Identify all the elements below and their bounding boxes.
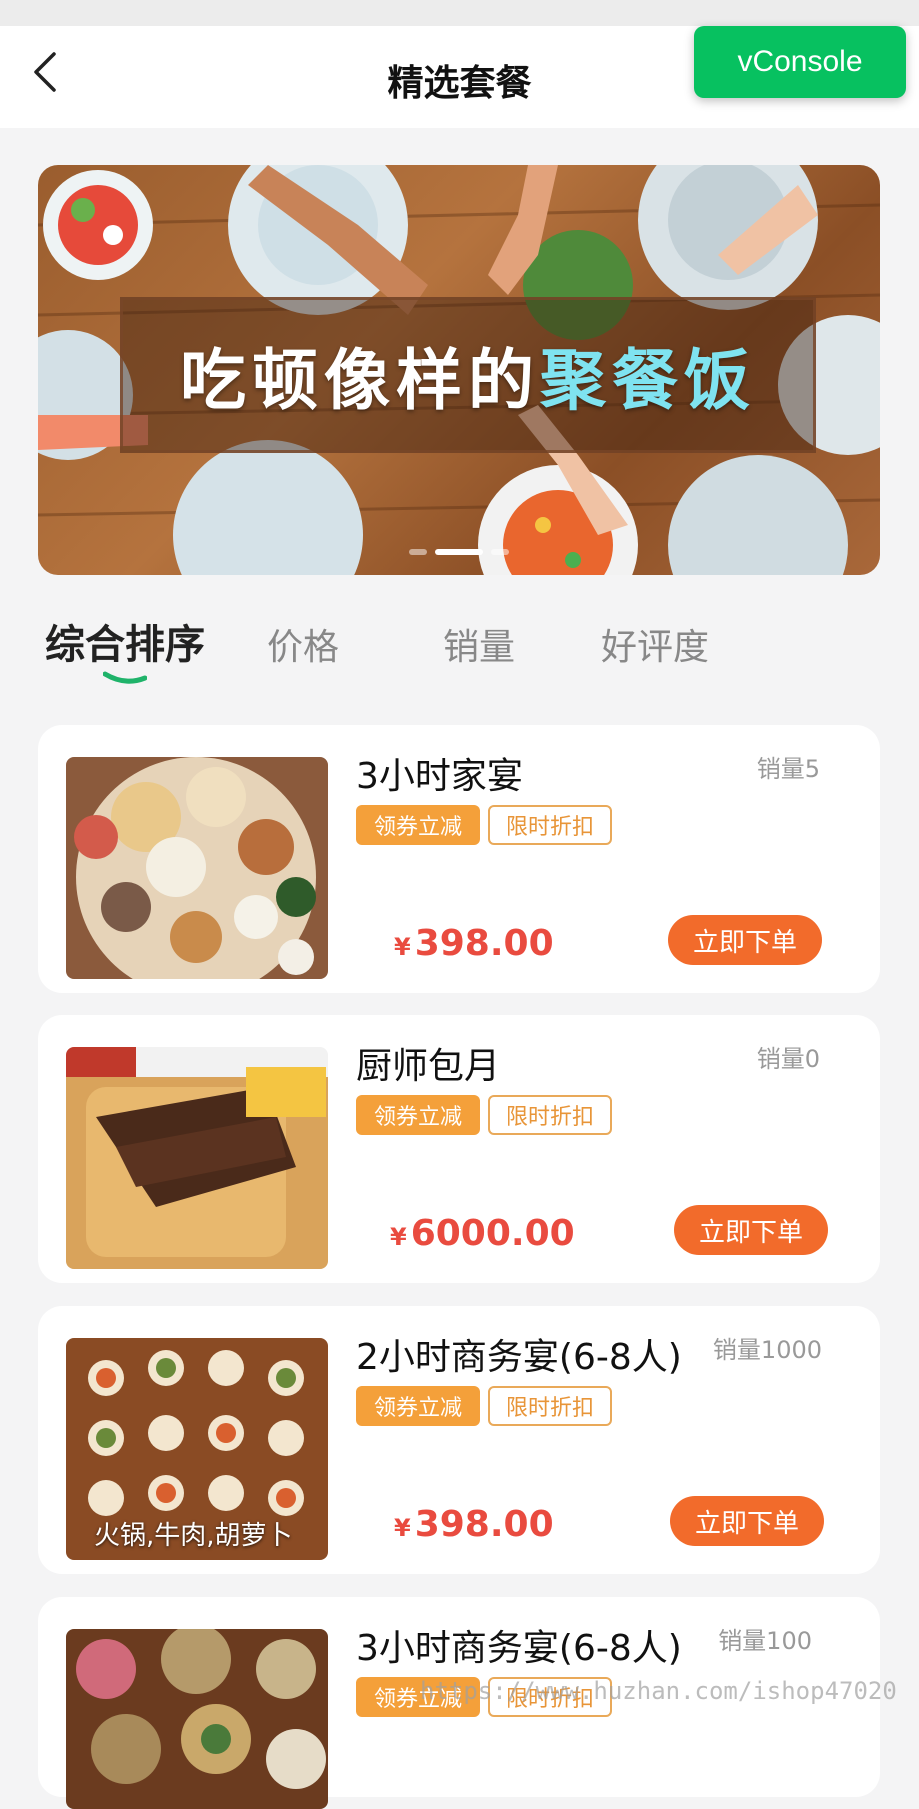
product-image: 火锅,牛肉,胡萝卜	[66, 1338, 328, 1560]
product-image	[66, 1047, 328, 1269]
banner-headline-box: 吃顿像样的聚餐饭	[120, 297, 816, 453]
sales-count: 销量1000	[712, 1336, 822, 1364]
sales-count: 销量5	[756, 755, 820, 783]
watermark: https://www.huzhan.com/ishop47020	[420, 1677, 897, 1705]
price: ¥398.00	[394, 923, 554, 964]
vconsole-button[interactable]: vConsole	[694, 26, 906, 98]
coupon-tag: 领券立减	[356, 1095, 480, 1135]
discount-tag: 限时折扣	[488, 1095, 612, 1135]
tab-rating[interactable]: 好评度	[601, 618, 709, 670]
sort-tabs: 综合排序 价格 销量 好评度	[45, 612, 885, 692]
discount-tag: 限时折扣	[488, 805, 612, 845]
banner-headline: 吃顿像样的聚餐饭	[180, 342, 756, 419]
product-card[interactable]: 3小时家宴 销量5 领券立减 限时折扣 ¥398.00 立即下单	[38, 725, 880, 993]
image-caption: 火锅,牛肉,胡萝卜	[94, 1521, 293, 1551]
tab-comprehensive[interactable]: 综合排序	[45, 612, 205, 670]
carousel-dot[interactable]	[409, 549, 427, 555]
order-now-button[interactable]: 立即下单	[670, 1496, 824, 1546]
order-now-button[interactable]: 立即下单	[674, 1205, 828, 1255]
tab-price[interactable]: 价格	[267, 618, 339, 670]
carousel-dot[interactable]	[435, 549, 483, 555]
coupon-tag: 领券立减	[356, 1386, 480, 1426]
carousel-indicator	[409, 549, 509, 555]
sales-count: 销量0	[756, 1045, 820, 1073]
product-title: 3小时家宴	[356, 756, 523, 797]
active-tab-indicator	[103, 671, 147, 684]
status-strip	[0, 0, 919, 26]
carousel-dot[interactable]	[491, 549, 509, 555]
price: ¥6000.00	[390, 1213, 575, 1254]
promo-banner[interactable]: 吃顿像样的聚餐饭	[38, 165, 880, 575]
price: ¥398.00	[394, 1504, 554, 1545]
tab-sales[interactable]: 销量	[443, 618, 515, 670]
product-card[interactable]: 厨师包月 销量0 领券立减 限时折扣 ¥6000.00 立即下单	[38, 1015, 880, 1283]
coupon-tag: 领券立减	[356, 805, 480, 845]
header: 精选套餐 vConsole	[0, 26, 919, 128]
product-card[interactable]: 火锅,牛肉,胡萝卜 2小时商务宴(6-8人) 销量1000 领券立减 限时折扣 …	[38, 1306, 880, 1574]
order-now-button[interactable]: 立即下单	[668, 915, 822, 965]
product-title: 3小时商务宴(6-8人)	[356, 1628, 682, 1669]
product-image	[66, 757, 328, 979]
promo-tags: 领券立减 限时折扣	[356, 1095, 612, 1135]
product-image	[66, 1629, 328, 1809]
sales-count: 销量100	[718, 1627, 812, 1655]
promo-tags: 领券立减 限时折扣	[356, 1386, 612, 1426]
discount-tag: 限时折扣	[488, 1386, 612, 1426]
promo-tags: 领券立减 限时折扣	[356, 805, 612, 845]
product-title: 厨师包月	[356, 1046, 501, 1087]
product-title: 2小时商务宴(6-8人)	[356, 1337, 682, 1378]
